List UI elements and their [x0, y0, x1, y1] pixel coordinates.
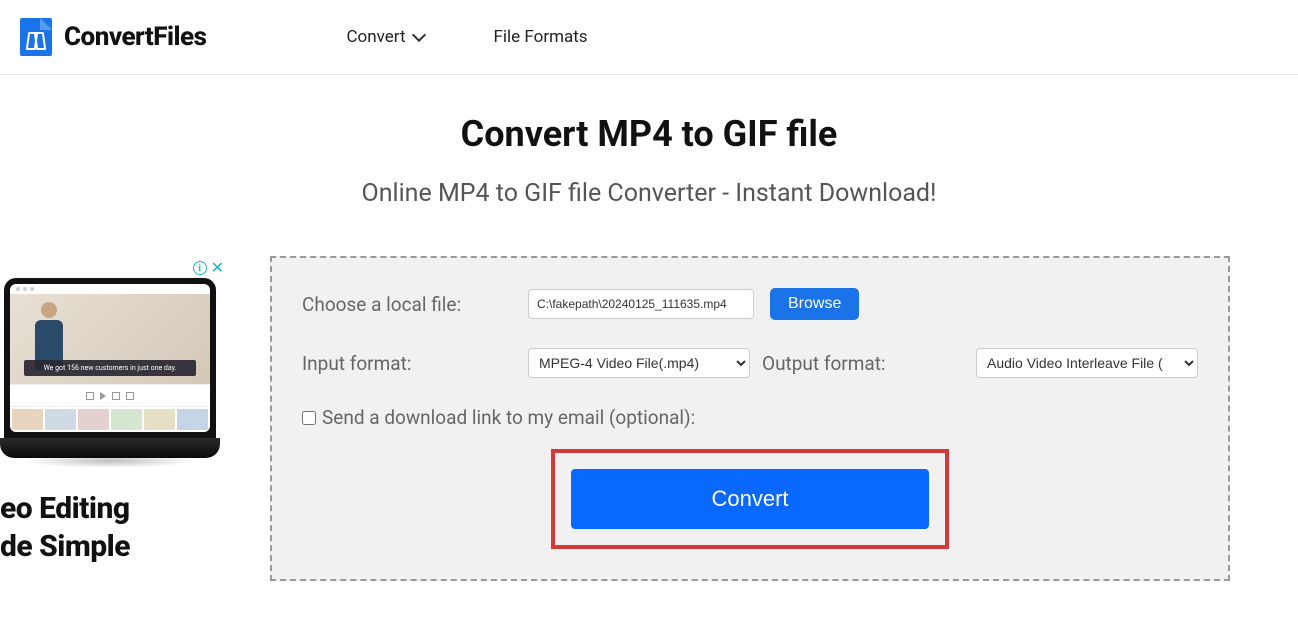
nav-file-formats[interactable]: File Formats: [494, 27, 588, 47]
ad-line1: eo Editing: [0, 490, 230, 528]
converter-box: Choose a local file: Browse Input format…: [270, 256, 1230, 581]
ad-controls: i ✕: [0, 256, 230, 278]
output-format-label: Output format:: [762, 352, 886, 375]
email-checkbox[interactable]: [302, 411, 316, 425]
nav-convert[interactable]: Convert: [346, 27, 423, 47]
highlight-box: Convert: [551, 449, 949, 549]
content-row: i ✕ We got 156 new customers in just one…: [0, 256, 1298, 581]
ad-caption: We got 156 new customers in just one day…: [24, 360, 196, 376]
nav-formats-label: File Formats: [494, 27, 588, 47]
page-subtitle: Online MP4 to GIF file Converter - Insta…: [0, 179, 1298, 208]
ad-info-icon[interactable]: i: [193, 261, 207, 275]
nav-convert-label: Convert: [346, 27, 405, 47]
convert-wrap: Convert: [302, 449, 1198, 549]
convert-button[interactable]: Convert: [571, 469, 929, 529]
brand-name: ConvertFiles: [64, 22, 206, 52]
email-label: Send a download link to my email (option…: [322, 406, 695, 429]
ad-close-icon[interactable]: ✕: [211, 260, 224, 276]
file-row: Choose a local file: Browse: [302, 288, 1198, 320]
header: ConvertFiles Convert File Formats: [0, 0, 1298, 75]
format-row: Input format: MPEG-4 Video File(.mp4) Ou…: [302, 348, 1198, 378]
main-nav: Convert File Formats: [346, 27, 587, 47]
file-path-input[interactable]: [528, 289, 754, 319]
input-format-label: Input format:: [302, 352, 518, 375]
logo-icon: [20, 18, 52, 56]
output-format-select[interactable]: Audio Video Interleave File (: [976, 348, 1198, 378]
ad-panel: i ✕ We got 156 new customers in just one…: [0, 256, 230, 565]
ad-laptop[interactable]: We got 156 new customers in just one day…: [0, 278, 220, 458]
chevron-down-icon: [411, 28, 425, 42]
ad-headline: eo Editing de Simple: [0, 490, 230, 565]
ad-line2: de Simple: [0, 528, 230, 566]
logo-group[interactable]: ConvertFiles: [20, 18, 206, 56]
email-row: Send a download link to my email (option…: [302, 406, 1198, 429]
choose-file-label: Choose a local file:: [302, 293, 518, 316]
input-format-select[interactable]: MPEG-4 Video File(.mp4): [528, 348, 750, 378]
browse-button[interactable]: Browse: [770, 288, 859, 320]
page-title: Convert MP4 to GIF file: [0, 113, 1298, 155]
